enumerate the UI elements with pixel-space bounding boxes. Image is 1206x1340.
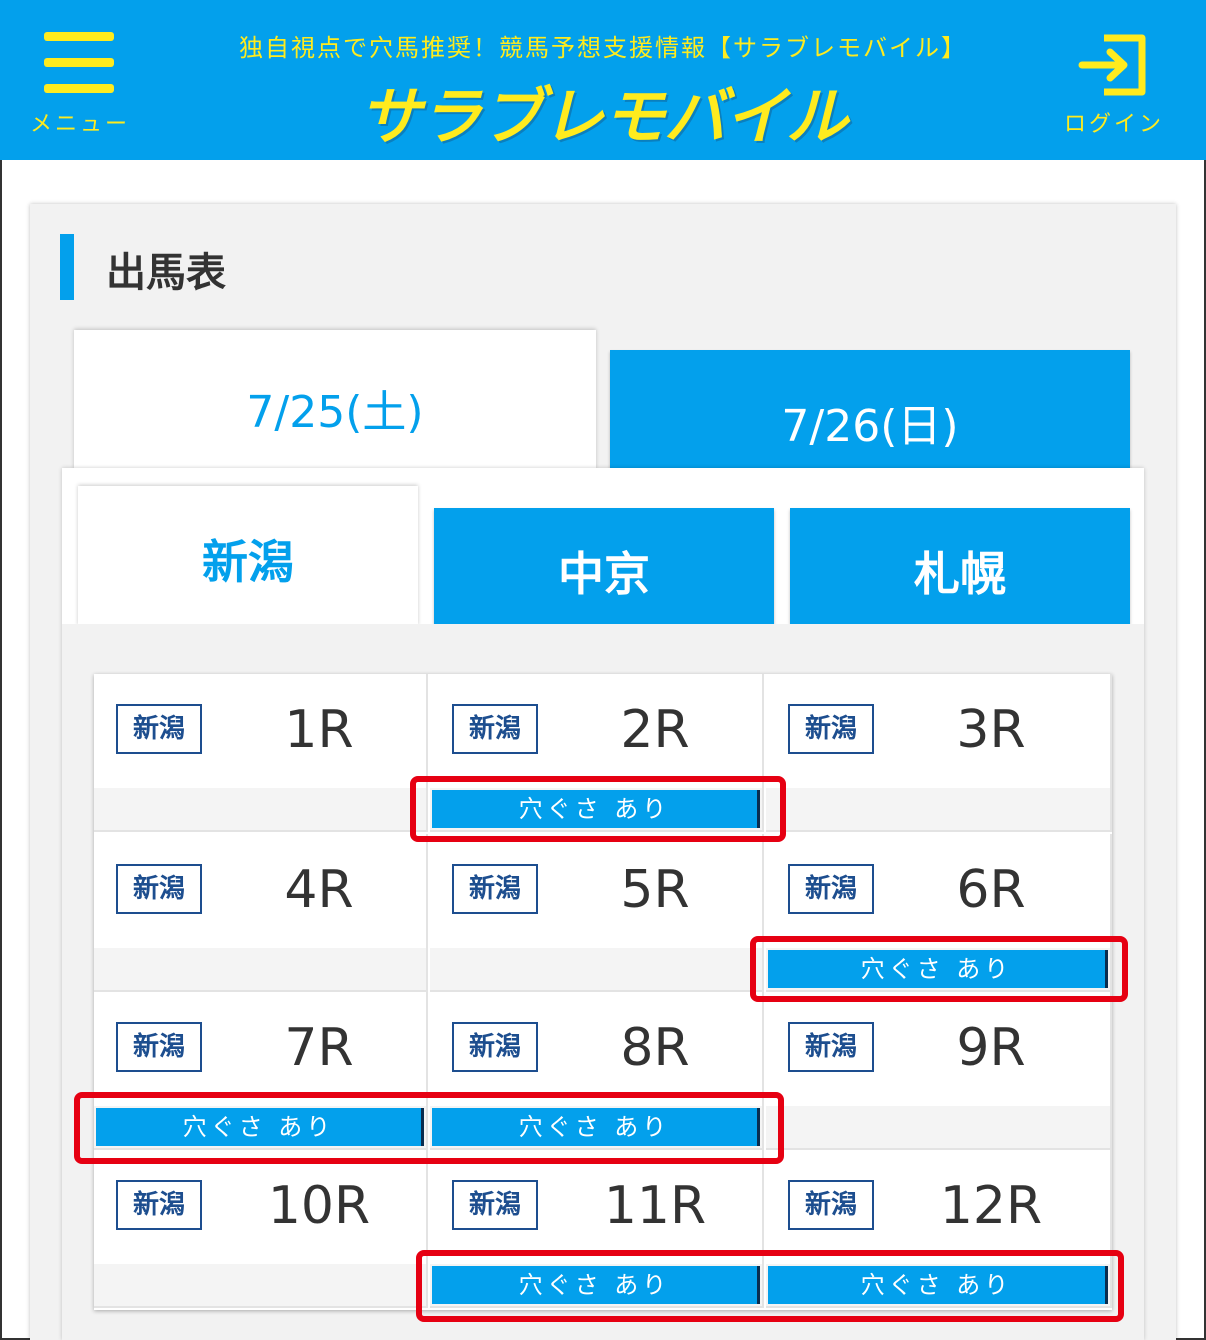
tag-row — [94, 1264, 426, 1306]
race-cell[interactable]: 新潟 10R — [94, 1150, 428, 1308]
site-logo[interactable]: サラブレモバイル — [160, 66, 1046, 156]
venue-badge: 新潟 — [116, 1180, 202, 1230]
tag-row — [430, 948, 762, 990]
highlight-box — [750, 936, 1128, 1002]
section-accent-bar — [60, 234, 74, 300]
venue-badge: 新潟 — [452, 1022, 538, 1072]
highlight-box — [410, 776, 786, 842]
section-title: 出馬表 — [106, 250, 226, 296]
highlight-box — [74, 1092, 784, 1164]
site-tagline: 独自視点で穴馬推奨！競馬予想支援情報【サラブレモバイル】 — [239, 34, 967, 62]
race-number: 4R — [284, 860, 354, 920]
race-number: 3R — [956, 700, 1026, 760]
race-number: 1R — [284, 700, 354, 760]
menu-label: メニュー — [29, 112, 130, 137]
highlight-box — [416, 1250, 1124, 1322]
hamburger-icon — [44, 32, 114, 94]
tab-venue-chukyo[interactable]: 中京 — [434, 508, 774, 624]
race-number: 12R — [939, 1176, 1043, 1236]
venue-badge: 新潟 — [788, 704, 874, 754]
race-number: 9R — [956, 1018, 1026, 1078]
venue-badge: 新潟 — [788, 1180, 874, 1230]
race-number: 8R — [620, 1018, 690, 1078]
tab-date-0726[interactable]: 7/26(日) — [610, 350, 1130, 468]
tag-row — [766, 1106, 1110, 1148]
race-number: 10R — [267, 1176, 371, 1236]
tag-row — [766, 788, 1110, 830]
race-cell[interactable]: 新潟 3R — [766, 674, 1112, 832]
race-card-section: 出馬表 7/25(土) 7/26(日) 新潟 中京 札幌 新潟 1R 新潟 2R 穴ぐさ… — [30, 204, 1176, 1340]
site-header: メニュー 独自視点で穴馬推奨！競馬予想支援情報【サラブレモバイル】 サラブレモバ… — [0, 0, 1206, 160]
login-button[interactable]: ログイン — [1054, 28, 1174, 138]
race-number: 7R — [284, 1018, 354, 1078]
race-number: 11R — [603, 1176, 707, 1236]
login-icon — [1078, 34, 1146, 96]
venue-badge: 新潟 — [116, 1022, 202, 1072]
tag-row — [94, 948, 426, 990]
venue-badge: 新潟 — [116, 864, 202, 914]
race-cell[interactable]: 新潟 5R — [430, 834, 764, 992]
race-number: 2R — [620, 700, 690, 760]
venue-badge: 新潟 — [788, 1022, 874, 1072]
venue-badge: 新潟 — [452, 704, 538, 754]
login-label: ログイン — [1063, 112, 1164, 137]
venue-badge: 新潟 — [452, 1180, 538, 1230]
tag-row — [94, 788, 426, 830]
race-cell[interactable]: 新潟 4R — [94, 834, 428, 992]
venue-badge: 新潟 — [116, 704, 202, 754]
race-number: 5R — [620, 860, 690, 920]
tab-venue-niigata[interactable]: 新潟 — [78, 486, 418, 626]
date-panel: 新潟 中京 札幌 新潟 1R 新潟 2R 穴ぐさ あり 新潟 3R 新潟 4R 新潟 5R 新潟 6R 穴… — [62, 468, 1144, 1340]
race-number: 6R — [956, 860, 1026, 920]
tab-venue-sapporo[interactable]: 札幌 — [790, 508, 1130, 624]
venue-badge: 新潟 — [452, 864, 538, 914]
tab-date-0725[interactable]: 7/25(土) — [74, 330, 596, 470]
race-cell[interactable]: 新潟 1R — [94, 674, 428, 832]
race-cell[interactable]: 新潟 9R — [766, 992, 1112, 1150]
venue-badge: 新潟 — [788, 864, 874, 914]
menu-button[interactable]: メニュー — [28, 28, 132, 138]
